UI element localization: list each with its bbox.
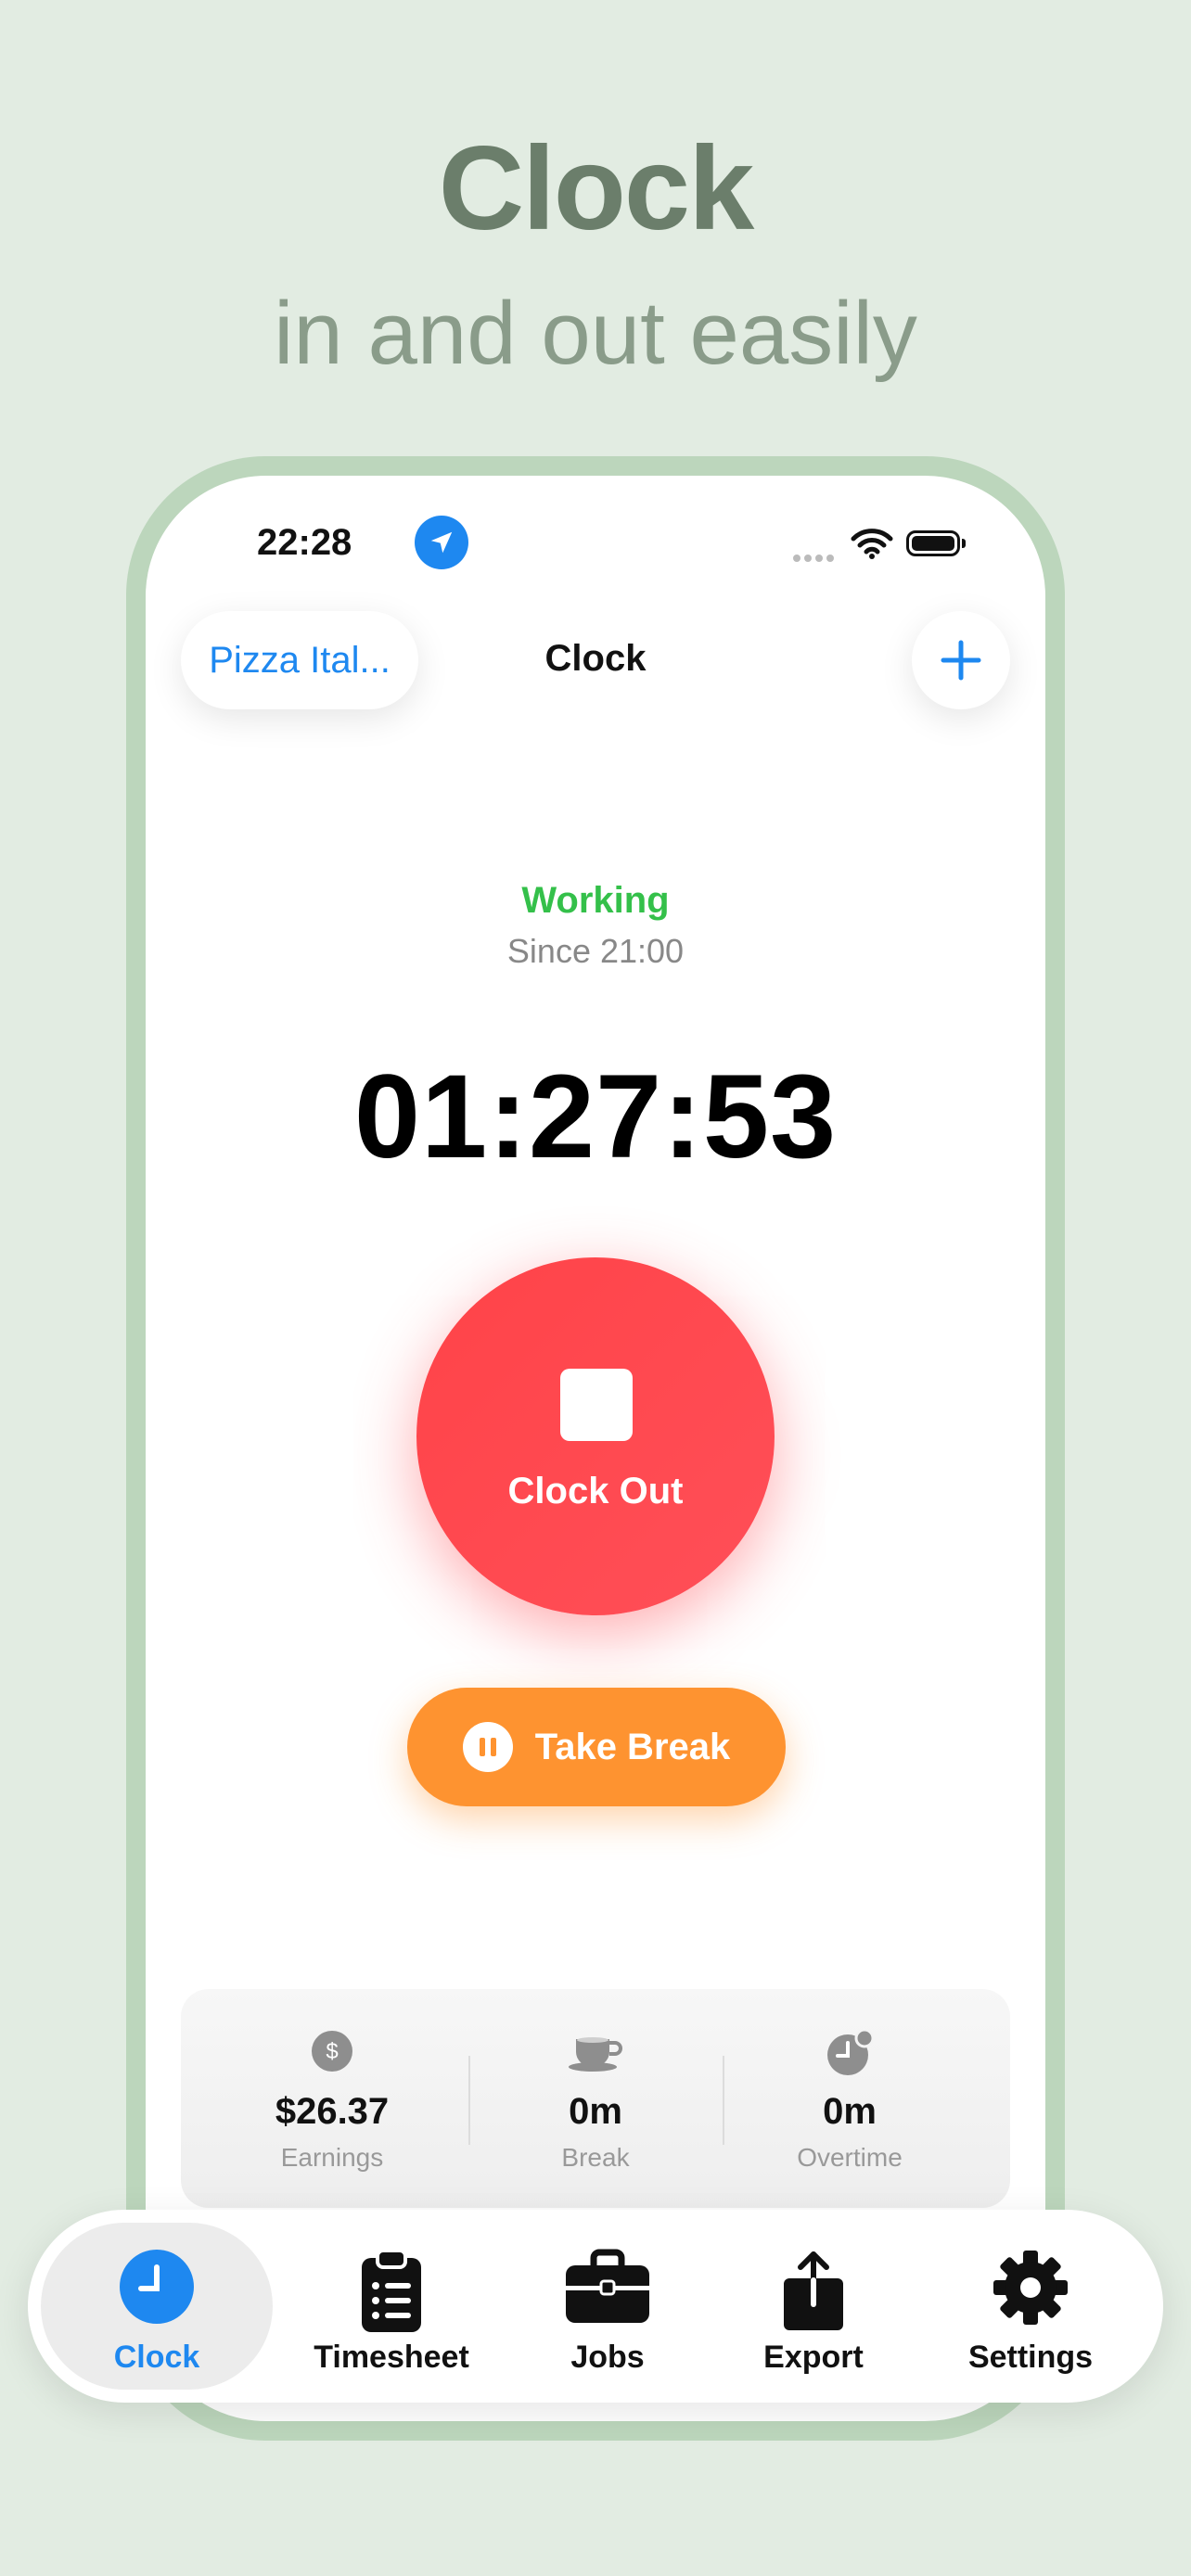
clock-out-button[interactable]: Clock Out	[416, 1257, 775, 1615]
clipboard-list-icon	[359, 2249, 424, 2339]
tab-label: Settings	[967, 2340, 1094, 2375]
tab-settings[interactable]: Settings	[924, 2223, 1137, 2390]
share-export-icon	[780, 2249, 847, 2339]
location-arrow-icon	[415, 516, 468, 569]
elapsed-timer: 01:27:53	[353, 1051, 838, 1183]
clock-out-label: Clock Out	[507, 1471, 684, 1511]
stat-earnings: $ $26.37 Earnings	[207, 1989, 457, 2208]
tab-label: Timesheet	[314, 2340, 469, 2375]
overtime-clock-icon	[826, 2028, 875, 2081]
cellular-signal-icon	[793, 550, 838, 567]
stat-label: Break	[561, 2143, 630, 2172]
tab-label: Clock	[113, 2340, 200, 2375]
stat-break: 0m Break	[470, 1989, 721, 2208]
phone-screen: 22:28 Pizza Ital... Clock Working Since …	[146, 476, 1045, 2421]
tab-bar: Clock Timesheet Jobs Export Settings	[28, 2210, 1163, 2403]
stat-value: 0m	[823, 2091, 877, 2132]
battery-icon	[906, 530, 966, 556]
tab-timesheet[interactable]: Timesheet	[288, 2223, 495, 2390]
plus-icon	[941, 640, 981, 681]
wifi-icon	[851, 528, 893, 564]
stat-value: $26.37	[275, 2091, 390, 2132]
tab-export[interactable]: Export	[725, 2223, 902, 2390]
tab-clock[interactable]: Clock	[41, 2223, 273, 2390]
pause-icon	[462, 1722, 513, 1772]
take-break-button[interactable]: Take Break	[407, 1688, 786, 1806]
tab-label: Export	[763, 2340, 864, 2375]
page-title: Clock	[544, 638, 647, 679]
tab-label: Jobs	[570, 2340, 645, 2375]
svg-text:$: $	[326, 2039, 338, 2064]
coffee-cup-icon	[567, 2030, 624, 2077]
stats-card: $ $26.37 Earnings 0m Break 0m Overtime	[181, 1989, 1010, 2208]
status-time: 22:28	[257, 522, 352, 563]
stat-overtime: 0m Overtime	[724, 1989, 975, 2208]
tab-jobs[interactable]: Jobs	[510, 2223, 705, 2390]
gear-icon	[992, 2249, 1069, 2331]
stat-value: 0m	[569, 2091, 622, 2132]
status-text: Working	[521, 880, 670, 921]
stat-label: Earnings	[280, 2143, 384, 2172]
stop-icon	[560, 1369, 633, 1441]
dollar-icon: $	[311, 2030, 353, 2077]
add-button[interactable]	[912, 611, 1010, 709]
hero-subtitle: in and out easily	[274, 284, 917, 383]
since-text: Since 21:00	[506, 932, 685, 970]
briefcase-icon	[564, 2249, 651, 2329]
hero-title: Clock	[438, 122, 755, 255]
stat-label: Overtime	[797, 2143, 903, 2172]
take-break-label: Take Break	[534, 1726, 731, 1767]
clock-icon	[119, 2249, 195, 2329]
